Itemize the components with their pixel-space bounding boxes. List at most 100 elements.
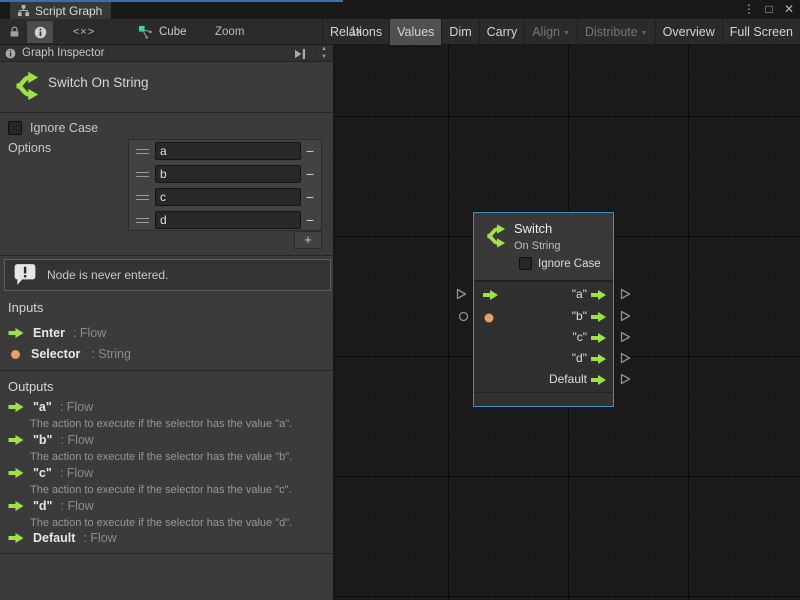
dock-panel-button[interactable] bbox=[291, 46, 309, 61]
code-preview-button[interactable]: <×> bbox=[60, 21, 108, 43]
option-row: − bbox=[129, 163, 321, 186]
output-row-c: "c" : Flow bbox=[8, 466, 93, 480]
inspector-header: Graph Inspector ▲ ▼ bbox=[0, 45, 333, 62]
node-divider bbox=[474, 280, 613, 282]
flow-arrow-icon bbox=[8, 327, 25, 339]
output-row-default: Default : Flow bbox=[8, 531, 117, 545]
node-row-default: Default bbox=[474, 369, 613, 390]
option-row: − bbox=[129, 140, 321, 163]
node-row-a: "a" bbox=[474, 284, 613, 305]
node-ignore-case-checkbox[interactable] bbox=[519, 257, 532, 270]
node-footer-divider bbox=[474, 392, 613, 393]
output-port-icon[interactable] bbox=[590, 332, 608, 344]
relations-button[interactable]: Relations bbox=[322, 19, 389, 45]
option-input-c[interactable] bbox=[155, 188, 301, 206]
drag-handle-icon[interactable] bbox=[136, 149, 149, 154]
switch-on-string-node[interactable]: Switch On String Ignore Case "a" "b" "c"… bbox=[473, 212, 614, 407]
selector-port-icon[interactable] bbox=[484, 313, 494, 323]
ignore-case-label: Ignore Case bbox=[30, 121, 98, 135]
output-desc: The action to execute if the selector ha… bbox=[30, 451, 292, 463]
lock-button[interactable] bbox=[2, 21, 26, 43]
tab-script-graph[interactable]: Script Graph bbox=[10, 2, 111, 19]
inspector-title: Switch On String bbox=[48, 75, 149, 90]
inspector-toggle-button[interactable] bbox=[27, 21, 53, 43]
output-row-d: "d" : Flow bbox=[8, 499, 94, 513]
remove-option-button[interactable]: − bbox=[302, 210, 318, 230]
output-port-icon[interactable] bbox=[590, 289, 608, 301]
node-row-b: "b" bbox=[474, 306, 613, 327]
output-port-icon[interactable] bbox=[590, 311, 608, 323]
option-input-d[interactable] bbox=[155, 211, 301, 229]
external-output-port-default[interactable] bbox=[620, 373, 631, 385]
drag-handle-icon[interactable] bbox=[136, 218, 149, 223]
node-title-block: Switch On String bbox=[0, 62, 333, 112]
full-screen-button[interactable]: Full Screen bbox=[722, 19, 800, 45]
toolbar: <×> Cube Zoom 1x Relations Values Dim Ca… bbox=[0, 19, 800, 45]
warning-text: Node is never entered. bbox=[47, 268, 168, 282]
dock-right-icon bbox=[294, 48, 307, 60]
drag-handle-icon[interactable] bbox=[136, 195, 149, 200]
node-ignore-case-label: Ignore Case bbox=[538, 258, 601, 270]
remove-option-button[interactable]: − bbox=[302, 164, 318, 184]
info-icon bbox=[34, 26, 47, 39]
drag-handle-icon[interactable] bbox=[136, 172, 149, 177]
dim-button[interactable]: Dim bbox=[441, 19, 478, 45]
overview-button[interactable]: Overview bbox=[655, 19, 722, 45]
node-row-d: "d" bbox=[474, 348, 613, 369]
external-output-port-d[interactable] bbox=[620, 352, 631, 364]
switch-on-string-icon bbox=[484, 222, 508, 250]
external-value-input-port[interactable] bbox=[458, 311, 469, 322]
align-button[interactable]: Align▼ bbox=[524, 19, 577, 45]
ignore-case-row: Ignore Case bbox=[8, 121, 98, 135]
option-row: − bbox=[129, 209, 321, 232]
titlebar: Script Graph ⋮ □ ✕ bbox=[0, 0, 800, 19]
script-machine-icon bbox=[138, 25, 153, 40]
output-port-icon[interactable] bbox=[590, 353, 608, 365]
maximize-icon[interactable]: □ bbox=[762, 1, 776, 18]
graph-inspector-panel: Graph Inspector ▲ ▼ Switch On String bbox=[0, 45, 335, 600]
close-icon[interactable]: ✕ bbox=[782, 1, 796, 18]
lock-icon bbox=[8, 25, 21, 39]
option-input-b[interactable] bbox=[155, 165, 301, 183]
external-output-port-b[interactable] bbox=[620, 310, 631, 322]
divider bbox=[0, 370, 333, 371]
add-option-button[interactable]: + bbox=[294, 231, 322, 249]
flow-arrow-icon bbox=[8, 434, 25, 446]
spinner-down-button[interactable]: ▼ bbox=[317, 53, 331, 61]
node-subtitle: On String bbox=[514, 240, 560, 252]
chevron-down-icon: ▼ bbox=[563, 30, 570, 37]
values-button[interactable]: Values bbox=[389, 19, 441, 45]
node-title: Switch bbox=[514, 221, 552, 236]
panel-spinner: ▲ ▼ bbox=[316, 45, 331, 62]
warning-box: Node is never entered. bbox=[4, 259, 331, 291]
inspector-header-label: Graph Inspector bbox=[22, 47, 104, 59]
ignore-case-checkbox[interactable] bbox=[8, 121, 22, 135]
output-desc: The action to execute if the selector ha… bbox=[30, 517, 292, 529]
chevron-down-icon: ▼ bbox=[641, 30, 648, 37]
switch-on-string-icon bbox=[12, 69, 42, 103]
enter-port-icon[interactable] bbox=[482, 289, 500, 301]
more-menu-icon[interactable]: ⋮ bbox=[742, 1, 756, 18]
graph-hierarchy-icon bbox=[17, 4, 30, 17]
value-port-icon bbox=[11, 350, 20, 359]
divider bbox=[0, 553, 333, 554]
window-controls: ⋮ □ ✕ bbox=[742, 1, 796, 18]
distribute-button[interactable]: Distribute▼ bbox=[577, 19, 655, 45]
external-output-port-c[interactable] bbox=[620, 331, 631, 343]
node-ignore-case-row: Ignore Case bbox=[519, 257, 601, 270]
warning-bubble-icon bbox=[13, 263, 37, 287]
remove-option-button[interactable]: − bbox=[302, 141, 318, 161]
spinner-up-button[interactable]: ▲ bbox=[317, 45, 331, 53]
external-flow-input-port[interactable] bbox=[456, 288, 467, 300]
divider bbox=[0, 112, 333, 113]
output-port-icon[interactable] bbox=[590, 374, 608, 386]
graph-target-label: Cube bbox=[159, 26, 187, 38]
remove-option-button[interactable]: − bbox=[302, 187, 318, 207]
graph-target[interactable]: Cube bbox=[138, 19, 187, 45]
outputs-header: Outputs bbox=[8, 379, 54, 394]
carry-button[interactable]: Carry bbox=[479, 19, 525, 45]
divider bbox=[0, 255, 333, 256]
external-output-port-a[interactable] bbox=[620, 288, 631, 300]
option-input-a[interactable] bbox=[155, 142, 301, 160]
info-icon bbox=[5, 48, 16, 59]
